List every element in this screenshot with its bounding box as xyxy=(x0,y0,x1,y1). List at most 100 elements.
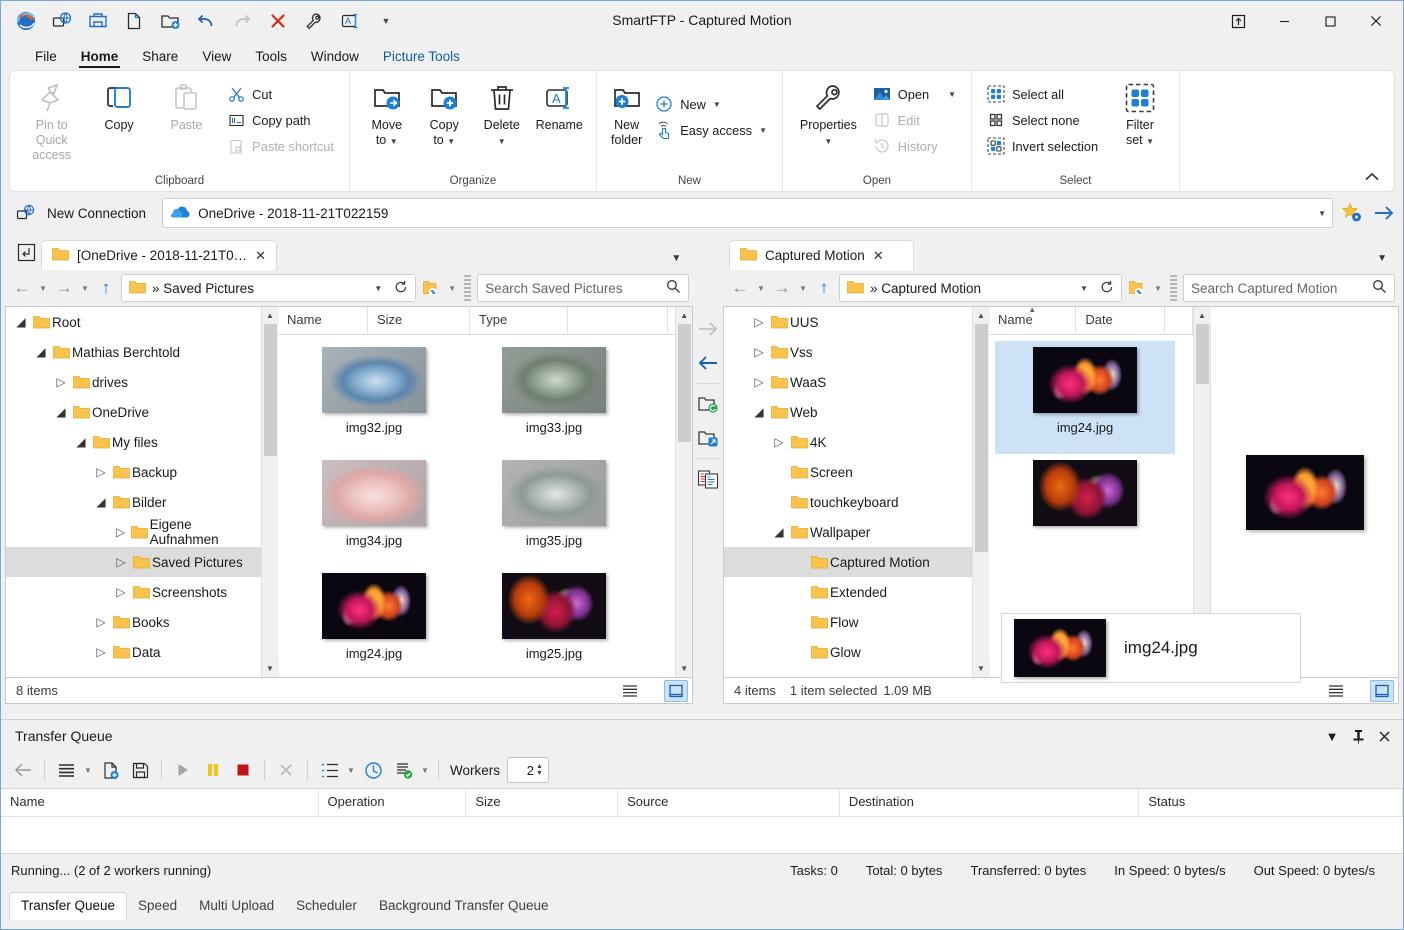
tab-share[interactable]: Share xyxy=(130,45,190,70)
rename-button[interactable]: A Rename xyxy=(531,77,589,137)
tree-item-bilder[interactable]: ◢Bilder xyxy=(6,487,261,517)
details-view-button[interactable] xyxy=(1324,680,1348,702)
pin-panel-icon[interactable] xyxy=(1345,723,1371,749)
cut-button[interactable]: Cut xyxy=(220,81,341,107)
right-toolbar-grip[interactable] xyxy=(1170,275,1177,301)
open-button[interactable]: Open ▼ xyxy=(866,81,963,107)
pin-to-quick-access-button[interactable]: Pin to Quick access xyxy=(18,77,85,167)
tree-item-drives[interactable]: ▷drives xyxy=(6,367,261,397)
ribbon-collapse-button[interactable] xyxy=(1358,168,1386,187)
scroll-down-icon[interactable]: ▼ xyxy=(676,660,693,677)
verify-icon[interactable] xyxy=(389,756,417,784)
file-item[interactable]: img32.jpg xyxy=(284,341,464,454)
right-tree-scrollbar[interactable]: ▲ ▼ xyxy=(972,307,989,677)
tree-item-captured-motion[interactable]: Captured Motion xyxy=(724,547,972,577)
queue-tab-background-transfer-queue[interactable]: Background Transfer Queue xyxy=(368,893,560,920)
forward-history-icon[interactable]: ▼ xyxy=(79,275,91,301)
queue-column-header-size[interactable]: Size xyxy=(466,789,618,816)
tree-item-my-files[interactable]: ◢My files xyxy=(6,427,261,457)
left-pane-tab[interactable]: [OneDrive - 2018-11-21T022159]... ✕ xyxy=(41,240,277,270)
pause-icon[interactable] xyxy=(199,756,227,784)
left-list-scrollbar[interactable]: ▲ ▼ xyxy=(675,307,692,677)
tree-item-screen[interactable]: Screen xyxy=(724,457,972,487)
file-item[interactable]: img24.jpg xyxy=(995,341,1175,454)
thumbnail-view-button[interactable] xyxy=(1370,680,1394,702)
back-history-icon[interactable]: ▼ xyxy=(37,275,49,301)
chevron-down-icon[interactable]: ◢ xyxy=(750,405,768,419)
thumbnail-view-button[interactable] xyxy=(664,680,688,702)
transfer-left-arrow-icon[interactable] xyxy=(694,346,722,380)
tree-item-wallpaper[interactable]: ◢Wallpaper xyxy=(724,517,972,547)
queue-tab-transfer-queue[interactable]: Transfer Queue xyxy=(9,892,127,920)
tab-view[interactable]: View xyxy=(190,45,243,70)
file-item[interactable]: img33.jpg xyxy=(464,341,644,454)
easy-access-button[interactable]: Easy access ▼ xyxy=(648,117,774,143)
tree-item-books[interactable]: ▷Books xyxy=(6,607,261,637)
restore-up-icon[interactable] xyxy=(1215,3,1261,39)
schedule-icon[interactable] xyxy=(359,756,387,784)
tab-file[interactable]: File xyxy=(23,45,69,70)
tree-item-backup[interactable]: ▷Backup xyxy=(6,457,261,487)
chevron-right-icon[interactable]: ▷ xyxy=(750,345,768,359)
file-item[interactable] xyxy=(995,454,1175,567)
tree-item-vss[interactable]: ▷Vss xyxy=(724,337,972,367)
queue-list-dropdown-icon[interactable]: ▼ xyxy=(82,757,94,783)
left-search-input[interactable]: Search Saved Pictures xyxy=(477,274,689,302)
tree-item-root[interactable]: ◢Root xyxy=(6,307,261,337)
column-header-name[interactable]: ▲Name xyxy=(989,307,1076,334)
left-folder-link-dropdown-icon[interactable]: ▼ xyxy=(446,275,458,301)
transfer-right-arrow-icon[interactable] xyxy=(694,312,722,346)
forward-button[interactable]: → xyxy=(769,275,795,301)
left-breadcrumb-bar[interactable]: » Saved Pictures ▼ xyxy=(121,274,416,302)
close-button[interactable] xyxy=(1353,3,1399,39)
chevron-down-icon[interactable]: ◢ xyxy=(32,345,50,359)
forward-history-icon[interactable]: ▼ xyxy=(797,275,809,301)
copy-button[interactable]: Copy xyxy=(85,77,152,137)
scroll-up-icon[interactable]: ▲ xyxy=(1194,307,1211,324)
right-breadcrumb-bar[interactable]: » Captured Motion ▼ xyxy=(839,274,1122,302)
queue-tab-scheduler[interactable]: Scheduler xyxy=(285,893,368,920)
compare-folders-icon[interactable] xyxy=(694,462,722,496)
history-button[interactable]: History xyxy=(866,133,963,159)
right-folder-tree[interactable]: ▷UUS▷Vss▷WaaS◢Web▷4KScreentouchkeyboard◢… xyxy=(724,307,972,677)
queue-tab-multi-upload[interactable]: Multi Upload xyxy=(188,893,285,920)
maximize-button[interactable] xyxy=(1307,3,1353,39)
up-button[interactable]: ↑ xyxy=(93,275,119,301)
chevron-right-icon[interactable]: ▷ xyxy=(770,435,788,449)
favorites-star-icon[interactable] xyxy=(1339,200,1365,226)
delete-button[interactable]: Delete ▼ xyxy=(473,77,531,153)
right-thumbnail-grid[interactable]: img24.jpg xyxy=(989,335,1193,677)
breadcrumb-dropdown-icon[interactable]: ▼ xyxy=(374,284,382,293)
back-button[interactable]: ← xyxy=(727,275,753,301)
left-tree-scrollbar[interactable]: ▲ ▼ xyxy=(261,307,278,677)
queue-column-header-destination[interactable]: Destination xyxy=(840,789,1140,816)
column-header[interactable] xyxy=(568,307,668,334)
chevron-right-icon[interactable]: ▷ xyxy=(92,645,110,659)
grouping-dropdown-icon[interactable]: ▼ xyxy=(345,757,357,783)
chevron-right-icon[interactable]: ▷ xyxy=(112,525,129,539)
chevron-right-icon[interactable]: ▷ xyxy=(112,555,130,569)
chevron-down-icon[interactable]: ◢ xyxy=(72,435,90,449)
file-item[interactable]: img24.jpg xyxy=(284,567,464,677)
tree-item-extended[interactable]: Extended xyxy=(724,577,972,607)
queue-tab-speed[interactable]: Speed xyxy=(127,893,188,920)
address-bar[interactable]: OneDrive - 2018-11-21T022159 ▼ xyxy=(162,198,1333,228)
chevron-right-icon[interactable]: ▷ xyxy=(92,615,110,629)
refresh-icon[interactable] xyxy=(1100,280,1114,297)
paste-button[interactable]: Paste xyxy=(153,77,220,137)
scroll-down-icon[interactable]: ▼ xyxy=(262,660,279,677)
scroll-down-icon[interactable]: ▼ xyxy=(1194,660,1211,677)
chevron-right-icon[interactable]: ▷ xyxy=(112,585,130,599)
tree-item-mathias-berchtold[interactable]: ◢Mathias Berchtold xyxy=(6,337,261,367)
column-header-size[interactable]: Size xyxy=(368,307,470,334)
breadcrumb-dropdown-icon[interactable]: ▼ xyxy=(1080,284,1088,293)
properties-button[interactable]: Properties ▼ xyxy=(791,77,866,153)
right-folder-link-dropdown-icon[interactable]: ▼ xyxy=(1152,275,1164,301)
tree-item-touchkeyboard[interactable]: touchkeyboard xyxy=(724,487,972,517)
stop-icon[interactable] xyxy=(229,756,257,784)
tree-item-4k[interactable]: ▷4K xyxy=(724,427,972,457)
file-item[interactable]: img25.jpg xyxy=(464,567,644,677)
right-list-scrollbar[interactable]: ▲ ▼ xyxy=(1193,307,1210,677)
start-icon[interactable] xyxy=(169,756,197,784)
queue-list-icon[interactable] xyxy=(52,756,80,784)
